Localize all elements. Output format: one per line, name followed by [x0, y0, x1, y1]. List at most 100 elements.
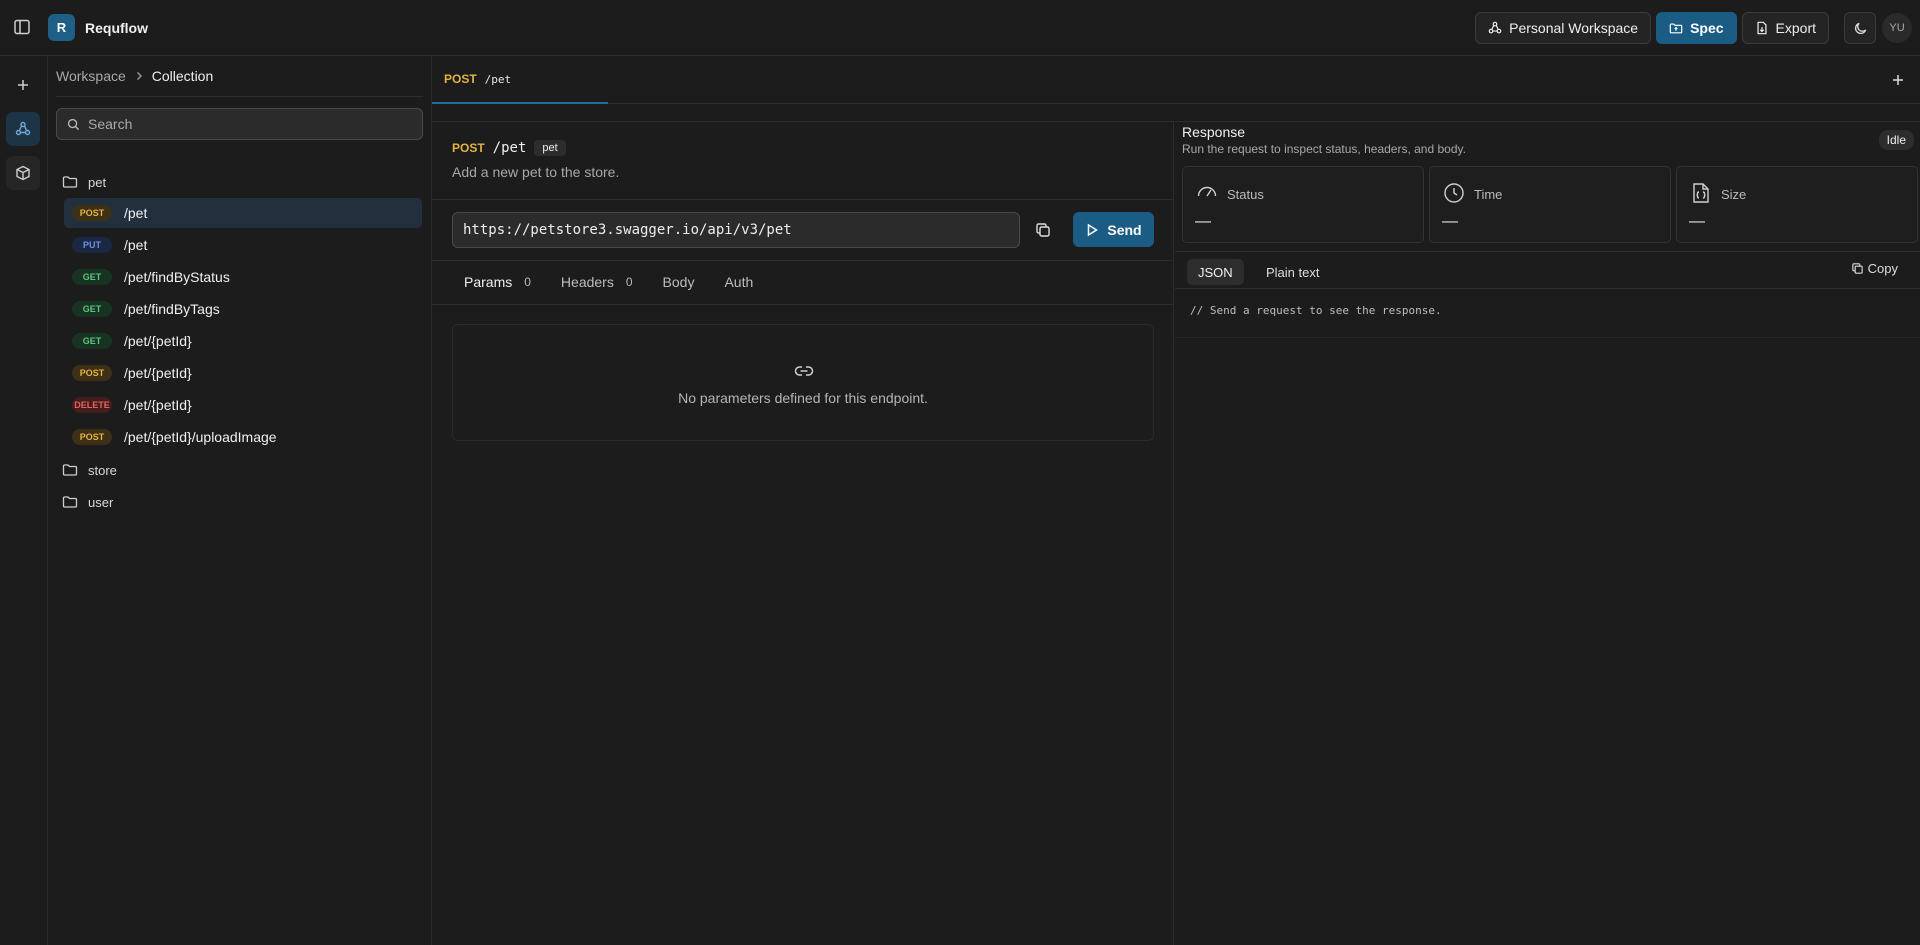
method-badge: POST — [72, 365, 112, 381]
format-json-tab[interactable]: JSON — [1187, 259, 1244, 285]
search-input[interactable] — [88, 116, 388, 132]
copy-icon — [1851, 263, 1863, 274]
endpoint-path: /pet/{petId} — [124, 397, 192, 413]
export-button[interactable]: Export — [1741, 12, 1829, 44]
endpoint-item[interactable]: GET /pet/findByStatus — [64, 262, 422, 292]
divider — [432, 199, 1173, 200]
tab-label: Auth — [724, 274, 754, 290]
metric-value: — — [1442, 213, 1458, 230]
endpoint-item[interactable]: POST /pet — [64, 198, 422, 228]
search-icon — [67, 118, 80, 130]
folder-store[interactable]: store — [62, 454, 422, 486]
endpoint-item[interactable]: GET /pet/{petId} — [64, 326, 422, 356]
gauge-icon — [1195, 181, 1219, 205]
endpoint-path: /pet/findByTags — [124, 301, 220, 317]
metric-value: — — [1195, 213, 1211, 230]
tab-label: Headers — [560, 274, 614, 290]
method-badge: GET — [72, 269, 112, 285]
endpoint-item[interactable]: POST /pet/{petId} — [64, 358, 422, 388]
user-avatar[interactable]: YU — [1882, 13, 1912, 43]
tab-auth[interactable]: Auth — [724, 274, 753, 290]
tab-label: Body — [662, 274, 695, 290]
folder-pet[interactable]: pet — [62, 166, 422, 198]
breadcrumb-collection[interactable]: Collection — [152, 68, 213, 84]
metric-value: — — [1689, 213, 1705, 230]
empty-state-text: No parameters defined for this endpoint. — [678, 390, 928, 406]
copy-label: Copy — [1867, 261, 1898, 276]
export-label: Export — [1775, 20, 1816, 36]
format-plain-text-tab[interactable]: Plain text — [1255, 259, 1330, 285]
folder-icon — [62, 464, 78, 476]
endpoint-item[interactable]: PUT /pet — [64, 230, 422, 260]
tab-body[interactable]: Body — [663, 274, 695, 290]
collection-tree: pet POST /pet PUT /pet GET /pet/findBySt… — [62, 166, 422, 518]
response-subtitle: Run the request to inspect status, heade… — [1182, 142, 1466, 156]
rail-packages-button[interactable] — [6, 156, 40, 190]
top-bar: R Requflow Personal Workspace Spec Expor… — [0, 0, 1920, 56]
breadcrumb-workspace[interactable]: Workspace — [56, 68, 126, 84]
tab-path: /pet — [484, 72, 512, 86]
response-panel: Response Run the request to inspect stat… — [1175, 121, 1920, 945]
folder-label: store — [88, 462, 117, 478]
spec-button[interactable]: Spec — [1656, 12, 1737, 44]
app-logo: R — [48, 14, 75, 41]
method-badge: POST — [72, 429, 112, 445]
folder-label: user — [88, 494, 114, 510]
request-tab-strip: POST /pet — [432, 56, 1920, 104]
metric-label: Status — [1227, 187, 1264, 202]
endpoint-item[interactable]: POST /pet/{petId}/uploadImage — [64, 422, 422, 452]
request-panel: POST /pet pet Add a new pet to the store… — [432, 121, 1174, 945]
metric-label: Size — [1721, 187, 1747, 202]
endpoint-path: /pet — [124, 237, 148, 253]
tab-params[interactable]: Params 0 — [464, 274, 531, 290]
workspace-icon — [15, 121, 31, 136]
folder-user[interactable]: user — [62, 486, 422, 518]
method-badge: POST — [72, 205, 112, 221]
file-braces-icon — [1689, 181, 1713, 205]
divider — [1175, 337, 1920, 338]
sidebar-toggle-icon[interactable] — [12, 17, 32, 37]
request-description: Add a new pet to the store. — [452, 164, 620, 180]
send-label: Send — [1107, 221, 1142, 238]
rail-collections-button[interactable] — [6, 112, 40, 146]
request-method: POST — [452, 141, 485, 155]
request-tag: pet — [534, 140, 566, 156]
send-button[interactable]: Send — [1073, 212, 1154, 247]
brand[interactable]: R Requflow — [48, 14, 148, 41]
request-tab[interactable]: POST /pet — [432, 56, 608, 104]
workspace-icon — [1488, 21, 1502, 34]
workspace-label: Personal Workspace — [1509, 20, 1639, 36]
request-path: /pet — [492, 140, 527, 156]
url-field[interactable]: https://petstore3.swagger.io/api/v3/pet — [452, 212, 1020, 248]
tab-label: Params — [464, 274, 513, 290]
endpoint-path: /pet/{petId}/uploadImage — [124, 429, 277, 445]
folder-upload-icon — [1669, 23, 1683, 34]
new-item-button[interactable] — [6, 68, 40, 102]
play-icon — [1088, 223, 1099, 236]
theme-toggle-button[interactable] — [1844, 12, 1876, 44]
endpoint-item[interactable]: DELETE /pet/{petId} — [64, 390, 422, 420]
endpoint-path: /pet/findByStatus — [124, 269, 230, 285]
search-box[interactable] — [56, 108, 423, 140]
metric-label: Time — [1474, 187, 1503, 202]
package-icon — [16, 165, 30, 181]
copy-icon — [1036, 223, 1050, 237]
endpoint-path: /pet/{petId} — [124, 365, 192, 381]
link-icon — [793, 360, 815, 382]
tab-headers[interactable]: Headers 0 — [561, 274, 633, 290]
chevron-right-icon — [136, 72, 142, 80]
workspace-button[interactable]: Personal Workspace — [1475, 12, 1652, 44]
method-badge: GET — [72, 333, 112, 349]
tab-count: 0 — [524, 275, 531, 289]
copy-response-button[interactable]: Copy — [1851, 261, 1898, 276]
copy-url-button[interactable] — [1034, 221, 1052, 239]
response-format-tabs: JSON Plain text Copy — [1175, 251, 1920, 289]
spec-label: Spec — [1690, 20, 1724, 36]
folder-icon — [62, 176, 78, 188]
moon-icon — [1854, 22, 1866, 34]
endpoint-item[interactable]: GET /pet/findByTags — [64, 294, 422, 324]
request-tabs: Params 0 Headers 0 Body Auth — [464, 274, 753, 290]
response-body: // Send a request to see the response. — [1190, 304, 1442, 317]
tab-method: POST — [444, 72, 477, 86]
new-tab-button[interactable] — [1888, 70, 1908, 90]
